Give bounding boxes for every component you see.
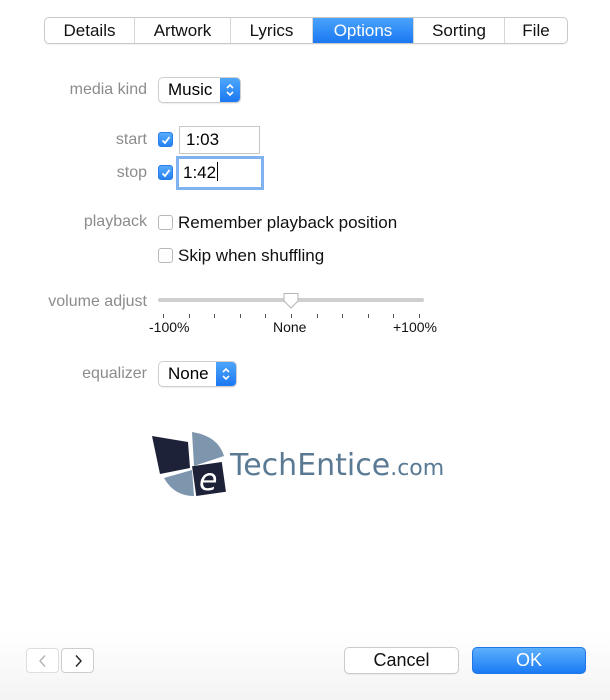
logo-suffix: .com bbox=[390, 456, 445, 481]
skip-shuffling-label[interactable]: Skip when shuffling bbox=[178, 246, 324, 266]
tab-artwork[interactable]: Artwork bbox=[135, 18, 231, 43]
volume-tick bbox=[342, 314, 344, 318]
equalizer-label: equalizer bbox=[82, 365, 147, 382]
tab-options[interactable]: Options bbox=[313, 18, 414, 43]
stop-time-value: 1:42 bbox=[183, 163, 217, 182]
volume-tick bbox=[265, 314, 267, 318]
volume-tick bbox=[163, 314, 164, 318]
media-kind-value: Music bbox=[168, 80, 213, 99]
volume-tick bbox=[316, 314, 318, 318]
logo-name: TechEntice bbox=[230, 448, 391, 483]
remember-position-label[interactable]: Remember playback position bbox=[178, 213, 397, 233]
checkmark-icon bbox=[161, 136, 171, 145]
volume-slider-knob[interactable] bbox=[282, 292, 300, 310]
volume-tick bbox=[214, 314, 216, 318]
up-down-chevron-icon bbox=[216, 362, 236, 386]
media-kind-label: media kind bbox=[69, 81, 147, 98]
volume-tick bbox=[188, 314, 190, 318]
media-kind-select[interactable]: Music bbox=[158, 77, 241, 103]
previous-button[interactable] bbox=[26, 648, 59, 673]
stop-checkbox[interactable] bbox=[158, 165, 173, 180]
up-down-chevron-icon bbox=[220, 78, 240, 102]
start-time-value: 1:03 bbox=[186, 130, 220, 149]
volume-tick bbox=[419, 314, 420, 318]
start-checkbox[interactable] bbox=[158, 132, 173, 147]
volume-tick bbox=[393, 314, 395, 318]
tab-details[interactable]: Details bbox=[45, 18, 135, 43]
volume-tick bbox=[239, 314, 241, 318]
options-panel bbox=[0, 0, 610, 700]
volume-min-label: -100% bbox=[149, 319, 190, 335]
svg-text:e: e bbox=[199, 463, 217, 498]
remember-position-checkbox[interactable] bbox=[158, 215, 173, 230]
volume-max-label: +100% bbox=[393, 319, 437, 335]
volume-tick bbox=[367, 314, 369, 318]
volume-tick bbox=[291, 314, 292, 318]
volume-mid-label: None bbox=[273, 319, 307, 335]
checkmark-icon bbox=[161, 169, 171, 178]
cancel-button[interactable]: Cancel bbox=[344, 647, 459, 674]
skip-shuffling-checkbox[interactable] bbox=[158, 248, 173, 263]
start-label: start bbox=[115, 131, 147, 148]
stop-label: stop bbox=[116, 164, 147, 181]
chevron-left-icon bbox=[38, 654, 46, 667]
techentice-logo-icon: e bbox=[152, 432, 226, 498]
chevron-right-icon bbox=[74, 654, 82, 667]
equalizer-select[interactable]: None bbox=[158, 361, 237, 387]
next-button[interactable] bbox=[61, 648, 94, 673]
start-time-field[interactable]: 1:03 bbox=[179, 126, 260, 154]
stop-time-field[interactable]: 1:42 bbox=[176, 156, 264, 190]
tab-sorting[interactable]: Sorting bbox=[414, 18, 505, 43]
tab-file[interactable]: File bbox=[505, 18, 567, 43]
equalizer-value: None bbox=[168, 364, 209, 383]
tab-bar: Details Artwork Lyrics Options Sorting F… bbox=[44, 17, 568, 44]
tab-lyrics[interactable]: Lyrics bbox=[231, 18, 313, 43]
techentice-watermark: e TechEntice.com bbox=[150, 430, 444, 500]
volume-adjust-label: volume adjust bbox=[48, 293, 147, 310]
playback-label: playback bbox=[83, 213, 147, 230]
text-caret bbox=[217, 162, 219, 181]
ok-button[interactable]: OK bbox=[472, 647, 586, 674]
